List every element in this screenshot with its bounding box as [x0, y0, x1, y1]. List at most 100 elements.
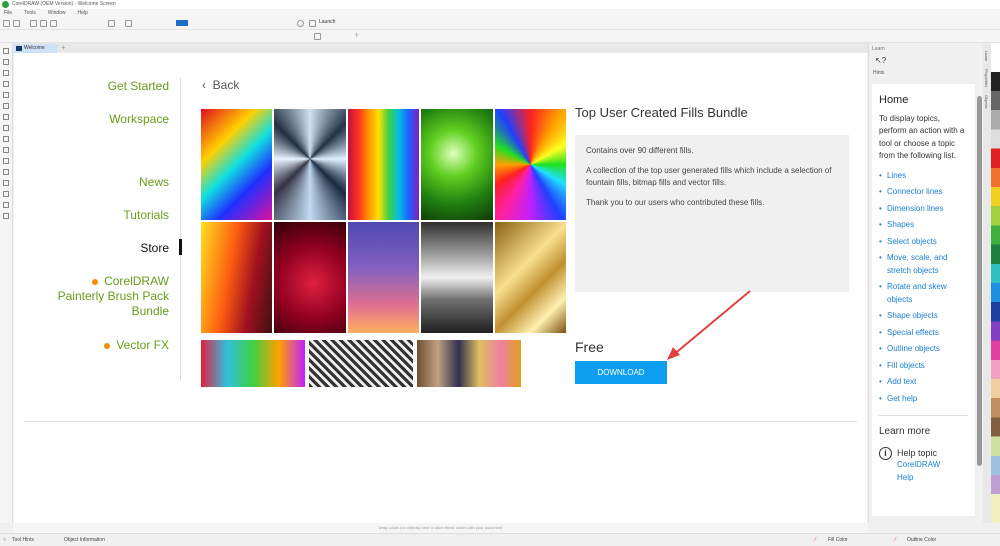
- welcome-nav: Get Started Workspace News Tutorials Sto…: [14, 53, 169, 523]
- topic-link[interactable]: Select objects: [879, 236, 968, 249]
- title-bar: CorelDRAW (OEM Version) - Welcome Screen: [0, 0, 1000, 9]
- thumbnail-bitmap-fills[interactable]: [309, 340, 413, 387]
- nav-divider: [180, 78, 181, 380]
- chevron-left-icon: ‹: [202, 78, 213, 92]
- menu-tools[interactable]: Tools: [24, 10, 36, 16]
- fill-preview: [347, 222, 420, 333]
- topic-link[interactable]: Move, scale, and stretch objects: [879, 252, 968, 277]
- outline-color-label[interactable]: Outline Color: [907, 534, 936, 546]
- nav-store-item-vector-fx[interactable]: Vector FX: [104, 338, 169, 353]
- add-icon[interactable]: +: [354, 30, 359, 40]
- zoom-tool-icon[interactable]: [3, 81, 9, 87]
- back-button[interactable]: ‹ Back: [202, 78, 239, 92]
- launch-button[interactable]: Launch: [319, 19, 335, 25]
- toolbox: [0, 43, 13, 523]
- fill-preview: [201, 222, 273, 333]
- docker-header: Learn: [872, 46, 885, 52]
- redo-icon[interactable]: [125, 20, 132, 27]
- coreldraw-logo-icon: [2, 1, 9, 8]
- help-link[interactable]: CorelDRAW Help: [897, 459, 947, 484]
- transparency-icon[interactable]: [3, 180, 9, 186]
- new-tab-icon[interactable]: +: [61, 43, 66, 52]
- zoom-level-field[interactable]: [176, 20, 188, 26]
- fill-preview: [201, 109, 273, 220]
- freehand-tool-icon[interactable]: [3, 92, 9, 98]
- palette-hint: Drag colors (or objects) here to store t…: [378, 525, 503, 530]
- object-info-label[interactable]: Object Information: [64, 534, 105, 546]
- product-title: Top User Created Fills Bundle: [575, 105, 748, 120]
- help-topic-label: Help topic: [897, 447, 938, 458]
- welcome-screen: Get Started Workspace News Tutorials Sto…: [14, 53, 867, 523]
- nav-store[interactable]: Store: [140, 241, 169, 256]
- topic-link[interactable]: Dimension lines: [879, 203, 968, 216]
- save-icon[interactable]: [30, 20, 37, 27]
- undo-icon[interactable]: [108, 20, 115, 27]
- rectangle-tool-icon[interactable]: [3, 103, 9, 109]
- fill-color-label[interactable]: Fill Color: [828, 534, 848, 546]
- scrollbar-thumb[interactable]: [977, 96, 982, 466]
- ellipse-tool-icon[interactable]: [3, 114, 9, 120]
- search-content-icon[interactable]: [40, 20, 47, 27]
- tool-hints-icon: ○: [3, 537, 7, 543]
- document-palette-bar: Drag colors (or objects) here to store t…: [13, 523, 868, 533]
- thumbnail-strip: [201, 340, 521, 387]
- thumbnail-fountain-fills[interactable]: [201, 340, 305, 387]
- topic-link[interactable]: Special effects: [879, 327, 968, 340]
- open-icon[interactable]: [13, 20, 20, 27]
- active-nav-indicator: [179, 239, 182, 255]
- topic-link[interactable]: Connector lines: [879, 186, 968, 199]
- nav-store-item-painterly[interactable]: CorelDRAW Painterly Brush Pack Bundle: [49, 274, 169, 319]
- hints-icon[interactable]: ↖?: [875, 56, 886, 65]
- download-button[interactable]: DOWNLOAD: [575, 361, 667, 384]
- options-gear-icon[interactable]: [297, 20, 304, 27]
- side-tab-learn[interactable]: Learn: [984, 51, 989, 61]
- topic-link[interactable]: Add text: [879, 376, 968, 389]
- nav-get-started[interactable]: Get Started: [108, 79, 169, 94]
- learn-docker: Learn ↖? Hints Home To display topics, p…: [868, 43, 983, 523]
- topic-link[interactable]: Shape objects: [879, 310, 968, 323]
- drop-shadow-icon[interactable]: [3, 169, 9, 175]
- side-tab-properties[interactable]: Properties: [984, 69, 989, 87]
- pick-tool-icon[interactable]: [3, 48, 9, 54]
- crop-tool-icon[interactable]: [3, 70, 9, 76]
- smart-fill-icon[interactable]: [3, 213, 9, 219]
- learn-scrollbar[interactable]: [975, 84, 983, 516]
- menu-window[interactable]: Window: [48, 10, 66, 16]
- document-tab-bar: Welcome Screen +: [0, 43, 868, 60]
- topic-link[interactable]: Lines: [879, 170, 968, 183]
- nav-news[interactable]: News: [139, 175, 169, 190]
- launch-icon[interactable]: [309, 20, 316, 27]
- divider: [24, 421, 857, 422]
- nav-tutorials[interactable]: Tutorials: [123, 208, 169, 223]
- property-bar: +: [0, 30, 1000, 43]
- home-icon: [16, 46, 22, 51]
- info-icon: i: [879, 446, 892, 460]
- topic-link[interactable]: Get help: [879, 393, 968, 406]
- polygon-tool-icon[interactable]: [3, 125, 9, 131]
- text-tool-icon[interactable]: [3, 136, 9, 142]
- topic-link[interactable]: Shapes: [879, 219, 968, 232]
- connector-tool-icon[interactable]: [3, 158, 9, 164]
- color-palette[interactable]: [991, 43, 1000, 523]
- eyedropper-icon[interactable]: [3, 191, 9, 197]
- interactive-fill-icon[interactable]: [3, 202, 9, 208]
- topic-link[interactable]: Fill objects: [879, 360, 968, 373]
- menu-help[interactable]: Help: [78, 10, 88, 16]
- hints-label: Hints: [873, 70, 885, 76]
- thumbnail-vector-fills[interactable]: [417, 340, 521, 387]
- import-icon[interactable]: [50, 20, 57, 27]
- snap-icon[interactable]: [314, 33, 321, 40]
- menu-file[interactable]: File: [4, 10, 12, 16]
- nav-workspace[interactable]: Workspace: [109, 112, 169, 127]
- tool-hints-label[interactable]: Tool Hints: [12, 534, 34, 546]
- side-tab-objects[interactable]: Objects: [984, 95, 989, 109]
- topic-link[interactable]: Outline objects: [879, 343, 968, 356]
- tab-welcome-screen[interactable]: Welcome Screen: [14, 44, 58, 60]
- topic-link[interactable]: Rotate and skew objects: [879, 281, 968, 306]
- fill-preview: [274, 222, 346, 333]
- new-document-icon[interactable]: [3, 20, 10, 27]
- menu-bar: File Tools Window Help: [0, 9, 1000, 17]
- parallel-dimension-icon[interactable]: [3, 147, 9, 153]
- shape-tool-icon[interactable]: [3, 59, 9, 65]
- product-description: Contains over 90 different fills. A coll…: [575, 135, 849, 292]
